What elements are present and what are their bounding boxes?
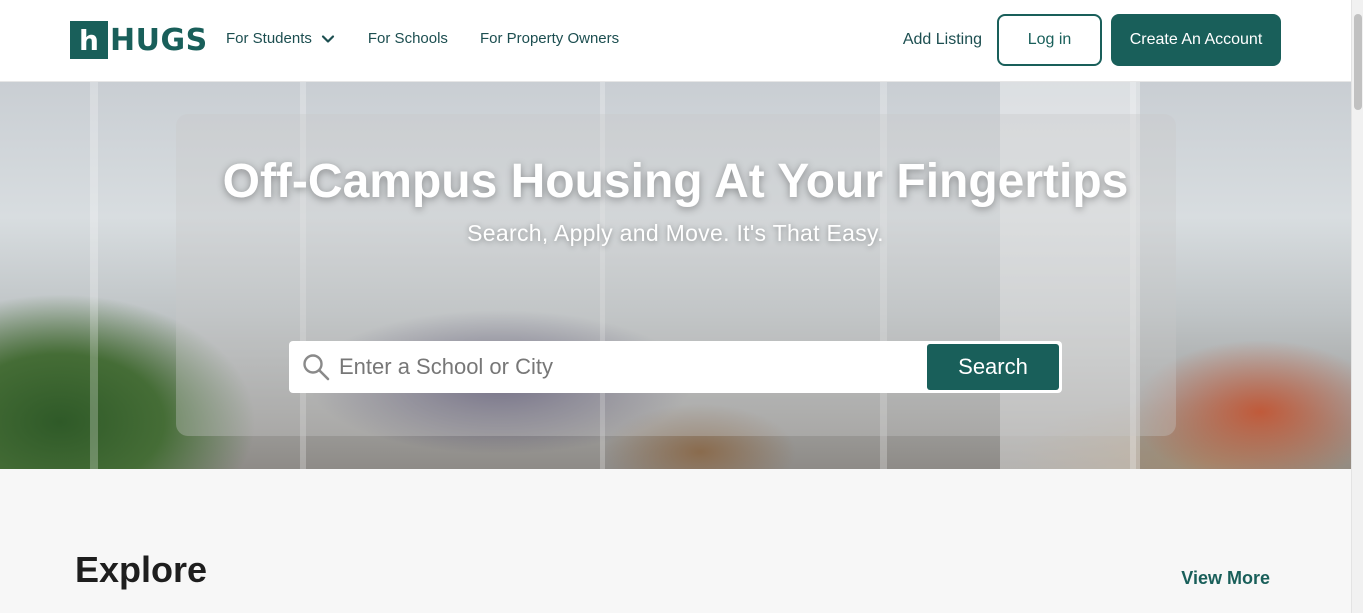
nav-for-property-owners[interactable]: For Property Owners bbox=[480, 30, 619, 47]
hero-title: Off-Campus Housing At Your Fingertips bbox=[222, 155, 1129, 208]
search-bar: Search bbox=[289, 341, 1062, 393]
hero-section: Off-Campus Housing At Your Fingertips Se… bbox=[0, 82, 1351, 469]
explore-heading: Explore bbox=[75, 549, 208, 590]
window-frame bbox=[90, 82, 98, 469]
search-icon bbox=[303, 354, 330, 381]
page-scrollbar[interactable] bbox=[1351, 0, 1363, 613]
search-input[interactable] bbox=[339, 349, 919, 385]
create-account-button[interactable]: Create An Account bbox=[1111, 14, 1281, 66]
site-header: h HUGS For Students For Schools For Prop… bbox=[0, 0, 1351, 82]
logo-text: HUGS bbox=[110, 22, 208, 58]
nav-for-students-label: For Students bbox=[226, 30, 312, 47]
scrollbar-thumb[interactable] bbox=[1354, 14, 1362, 110]
hero-subtitle: Search, Apply and Move. It's That Easy. bbox=[467, 220, 884, 246]
nav-for-schools-label: For Schools bbox=[367, 30, 448, 47]
main-nav: For Students For Schools For Property Ow… bbox=[226, 30, 651, 47]
logo-mark: h bbox=[70, 21, 108, 59]
add-listing-link[interactable]: Add Listing bbox=[903, 31, 982, 49]
chevron-down-icon bbox=[321, 34, 334, 43]
login-button[interactable]: Log in bbox=[997, 14, 1102, 66]
nav-for-property-owners-label: For Property Owners bbox=[479, 30, 620, 47]
nav-for-schools[interactable]: For Schools bbox=[368, 30, 448, 47]
view-more-link[interactable]: View More bbox=[1181, 568, 1270, 589]
logo[interactable]: h HUGS bbox=[70, 21, 208, 59]
header-actions: Add Listing Log in Create An Account bbox=[903, 14, 1281, 66]
nav-for-students[interactable]: For Students bbox=[226, 30, 336, 47]
search-button[interactable]: Search bbox=[927, 344, 1059, 390]
